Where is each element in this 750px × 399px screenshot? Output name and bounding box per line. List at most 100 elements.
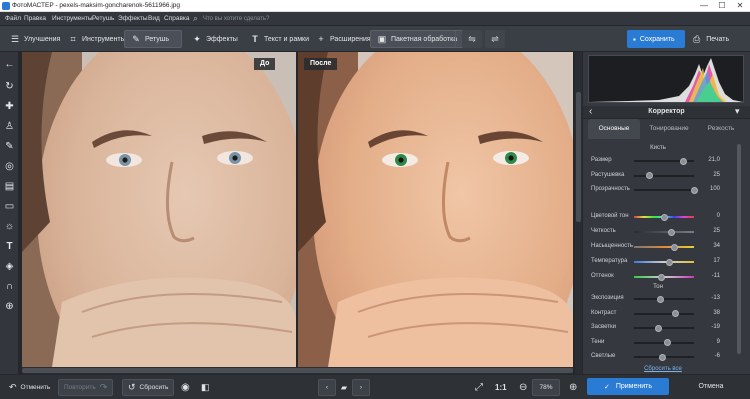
tab-basic[interactable]: Основные — [588, 119, 640, 139]
tone-label: Светлые — [591, 353, 616, 359]
tone-slider-knob[interactable] — [664, 339, 671, 346]
zoom-out-icon[interactable]: ⊖ — [514, 379, 532, 396]
redo-label: Повторить — [64, 384, 96, 391]
color-slider-knob[interactable] — [668, 228, 676, 236]
menu-file[interactable]: Файл — [5, 15, 21, 22]
back-arrow-icon[interactable]: ← — [2, 57, 17, 72]
maximize-button[interactable]: ☐ — [713, 0, 731, 12]
next-photo-button[interactable]: › — [352, 379, 370, 396]
prev-photo-button[interactable]: ‹ — [318, 379, 336, 396]
left-toolbar: ← ↻ ✚ ♙ ✎ ◎ ▤ ▭ ☼ T ◈ ∩ ⊕ — [0, 52, 19, 374]
zoom-level[interactable]: 78% — [532, 379, 560, 396]
tab-label: Текст и рамки — [264, 35, 309, 43]
gradient-icon[interactable]: ▤ — [2, 179, 17, 194]
expand-icon[interactable]: ▾ — [735, 106, 740, 117]
canvas-vertical-scrollbar[interactable] — [575, 52, 582, 374]
brush-tool-icon[interactable]: ✎ — [2, 139, 17, 154]
color-slider-knob[interactable] — [658, 273, 665, 281]
print-button[interactable]: ⎙ Печать — [689, 30, 745, 48]
fit-screen-icon[interactable]: ⤢ — [470, 379, 488, 396]
batch-processing-button[interactable]: ▣ Пакетная обработка — [370, 30, 465, 48]
crop-icon: ⌗ — [70, 33, 76, 44]
apply-button[interactable]: ✓ Применить — [587, 378, 669, 395]
sparkle-icon: ✦ — [193, 33, 201, 44]
tone-slider-knob[interactable] — [659, 353, 667, 361]
save-button[interactable]: ▪ Сохранить — [627, 30, 685, 48]
bandage-icon[interactable]: ✚ — [2, 99, 17, 114]
color-slider-knob[interactable] — [661, 213, 668, 221]
eye-icon[interactable]: ◉ — [176, 379, 195, 396]
color-slider[interactable] — [634, 261, 694, 263]
folder-icon[interactable]: ▰ — [336, 379, 352, 396]
scroll-thumb[interactable] — [576, 92, 581, 222]
tab-effects[interactable]: ✦ Эффекты — [186, 30, 244, 48]
compare-icon[interactable]: ⇋ — [462, 30, 482, 48]
actual-size-button[interactable]: 1:1 — [490, 379, 512, 396]
chevron-right-icon: › — [359, 384, 363, 391]
panel-tabs: Основные Тонирование Резкость — [583, 119, 750, 139]
menu-view[interactable]: Вид — [148, 15, 160, 22]
color-slider[interactable] — [634, 231, 694, 233]
radial-icon[interactable]: ◎ — [2, 159, 17, 174]
tone-slider-knob[interactable] — [655, 324, 662, 332]
globe-icon[interactable]: ⊕ — [2, 299, 17, 314]
arch-icon[interactable]: ∩ — [2, 279, 17, 294]
scroll-thumb[interactable] — [22, 368, 573, 373]
search-input[interactable]: Что вы хотите сделать? — [203, 14, 313, 24]
split-view-icon[interactable]: ◧ — [196, 379, 215, 396]
brush-label: Растушевка — [591, 171, 625, 178]
tab-label: Пакетная обработка — [391, 35, 458, 43]
text-tool-icon[interactable]: T — [2, 239, 17, 254]
menu-tools[interactable]: Инструменты — [52, 15, 93, 22]
redo-button[interactable]: Повторить ↷ — [58, 379, 114, 396]
fill-icon[interactable]: ◈ — [2, 259, 17, 274]
cancel-button[interactable]: Отмена — [680, 378, 742, 395]
menu-edit[interactable]: Правка — [24, 15, 46, 22]
menu-retouch[interactable]: Ретушь — [92, 15, 114, 22]
brush-slider-knob[interactable] — [691, 186, 698, 194]
close-button[interactable]: ✕ — [731, 0, 749, 12]
save-label: Сохранить — [639, 35, 675, 43]
main-toolbar: ☰ Улучшения ⌗ Инструменты ✎ Ретушь ✦ Эффекты… — [0, 26, 750, 52]
tab-sharpness[interactable]: Резкость — [697, 119, 745, 139]
sun-icon[interactable]: ☼ — [2, 219, 17, 234]
scroll-thumb[interactable] — [737, 144, 741, 354]
tone-label: Экспозиция — [591, 295, 624, 301]
color-label: Оттенок — [591, 273, 614, 279]
history-icon[interactable]: ⇌ — [485, 30, 505, 48]
zoom-in-icon[interactable]: ⊕ — [564, 379, 582, 396]
tab-toning[interactable]: Тонирование — [643, 119, 695, 139]
tab-tools[interactable]: ⌗ Инструменты — [62, 30, 132, 48]
menu-bar: Файл Правка Инструменты Ретушь Эффекты В… — [0, 12, 750, 26]
tone-slider[interactable] — [634, 327, 694, 329]
reset-button[interactable]: ↺ Сбросить — [122, 379, 175, 396]
search-icon: ⌕ — [193, 13, 199, 23]
color-label: Насыщенность — [591, 243, 634, 249]
stamp-icon[interactable]: ♙ — [2, 119, 17, 134]
menu-effects[interactable]: Эффекты — [118, 15, 148, 22]
menu-help[interactable]: Справка — [164, 15, 190, 22]
vignette-icon[interactable]: ▭ — [2, 199, 17, 214]
tab-text-frames[interactable]: T Текст и рамки — [244, 30, 315, 48]
brush-slider[interactable] — [634, 174, 694, 177]
tab-enhance[interactable]: ☰ Улучшения — [4, 30, 66, 48]
color-slider-knob[interactable] — [671, 243, 679, 251]
tab-label: Улучшения — [24, 35, 61, 43]
reset-all-link[interactable]: Сбросить все — [583, 366, 743, 372]
tab-retouch[interactable]: ✎ Ретушь — [124, 30, 182, 48]
tone-slider-knob[interactable] — [657, 295, 665, 303]
canvas-horizontal-scrollbar[interactable] — [22, 367, 573, 374]
undo-button[interactable]: ↶ Отменить — [4, 379, 55, 396]
color-slider-knob[interactable] — [665, 258, 673, 266]
minimize-button[interactable]: — — [695, 0, 713, 12]
color-slider[interactable] — [634, 246, 694, 248]
brush-slider[interactable] — [634, 189, 694, 191]
brush-slider-knob[interactable] — [646, 172, 653, 179]
tone-label: Тени — [591, 338, 605, 345]
brush-slider-knob[interactable] — [680, 157, 688, 165]
tab-extensions[interactable]: + Расширения — [310, 30, 377, 48]
panel-title: Корректор — [648, 108, 685, 115]
tone-slider[interactable] — [634, 312, 694, 315]
panel-scrollbar[interactable] — [735, 140, 743, 366]
rotate-icon[interactable]: ↻ — [2, 79, 17, 94]
